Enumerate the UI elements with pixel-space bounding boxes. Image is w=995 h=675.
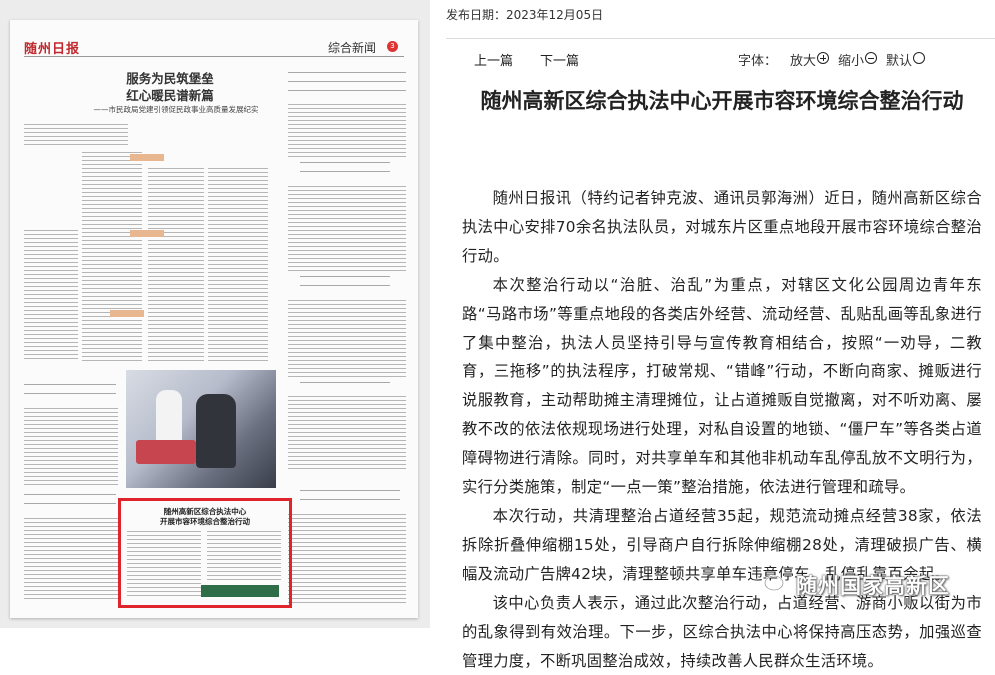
text-block	[24, 230, 78, 362]
photo-figure	[196, 394, 236, 468]
article-paragraph: 本次整治行动以“治脏、治乱”为重点，对辖区文化公园周边青年东路“马路市场”等重点…	[462, 275, 982, 497]
column-headline	[288, 72, 406, 96]
prev-article-link[interactable]: 上一篇	[474, 50, 513, 69]
divider	[446, 38, 995, 39]
column-headline	[24, 494, 116, 512]
text-block	[24, 518, 118, 602]
newspaper-page-number: 3	[387, 41, 398, 52]
newspaper-panel: 随州日报 综合新闻 3 服务为民筑堡垒 红心暖民谱新篇 ——市民政局党建引领促民…	[0, 0, 430, 628]
ad-banner	[201, 585, 279, 597]
text-block	[288, 104, 406, 158]
photo-figure	[136, 440, 196, 464]
text-block	[127, 531, 201, 597]
newspaper-headline: 服务为民筑堡垒 红心暖民谱新篇	[126, 71, 214, 103]
publish-date: 发布日期：2023年12月05日	[446, 8, 604, 22]
font-default-label: 默认	[886, 54, 913, 69]
font-default-button[interactable]: 默认	[886, 50, 926, 69]
section-tag	[110, 310, 144, 317]
article-paragraph: 随州日报讯（特约记者钟克波、通讯员郭海洲）近日，随州高新区综合执法中心安排70余…	[462, 189, 982, 265]
font-size-label: 字体：	[738, 54, 778, 69]
newspaper-section-name: 综合新闻	[328, 41, 377, 55]
watermark-text: 随州国家高新区	[796, 574, 950, 598]
watermark: 随州国家高新区	[764, 565, 950, 605]
highlighted-article-box[interactable]: 随州高新区综合执法中心 开展市容环境综合整治行动	[118, 498, 292, 608]
article-title: 随州高新区综合执法中心开展市容环境综合整治行动	[480, 88, 964, 113]
section-tag	[130, 230, 164, 237]
text-block	[288, 186, 406, 272]
column-headline	[300, 276, 390, 294]
text-block	[148, 168, 204, 362]
text-block	[288, 514, 406, 604]
column-headline	[300, 382, 390, 390]
next-article-link[interactable]: 下一篇	[540, 50, 579, 69]
text-block	[24, 408, 118, 488]
circle-icon	[913, 52, 926, 64]
font-enlarge-button[interactable]: 放大	[790, 50, 830, 69]
newspaper-masthead: 随州日报	[24, 42, 81, 57]
minus-circle-icon	[865, 52, 878, 64]
highlighted-article-title: 随州高新区综合执法中心 开展市容环境综合整治行动	[160, 507, 250, 526]
news-photo	[126, 370, 276, 488]
section-tag	[130, 154, 164, 161]
newspaper-subheadline: ——市民政局党建引领促民政事业高质量发展纪实	[93, 105, 259, 114]
column-headline	[24, 384, 116, 402]
text-block	[208, 168, 268, 362]
text-block	[207, 531, 281, 581]
text-block	[288, 300, 406, 380]
newspaper-page-image[interactable]: 随州日报 综合新闻 3 服务为民筑堡垒 红心暖民谱新篇 ——市民政局党建引领促民…	[10, 20, 418, 618]
text-block	[82, 152, 142, 362]
font-enlarge-label: 放大	[790, 54, 817, 69]
wechat-icon	[764, 575, 789, 595]
divider	[24, 56, 404, 57]
plus-circle-icon	[817, 52, 830, 64]
font-shrink-label: 缩小	[838, 54, 865, 69]
column-headline	[300, 162, 390, 180]
font-shrink-button[interactable]: 缩小	[838, 50, 878, 69]
text-block	[288, 396, 406, 472]
column-headline	[300, 490, 400, 508]
text-block	[24, 124, 128, 148]
